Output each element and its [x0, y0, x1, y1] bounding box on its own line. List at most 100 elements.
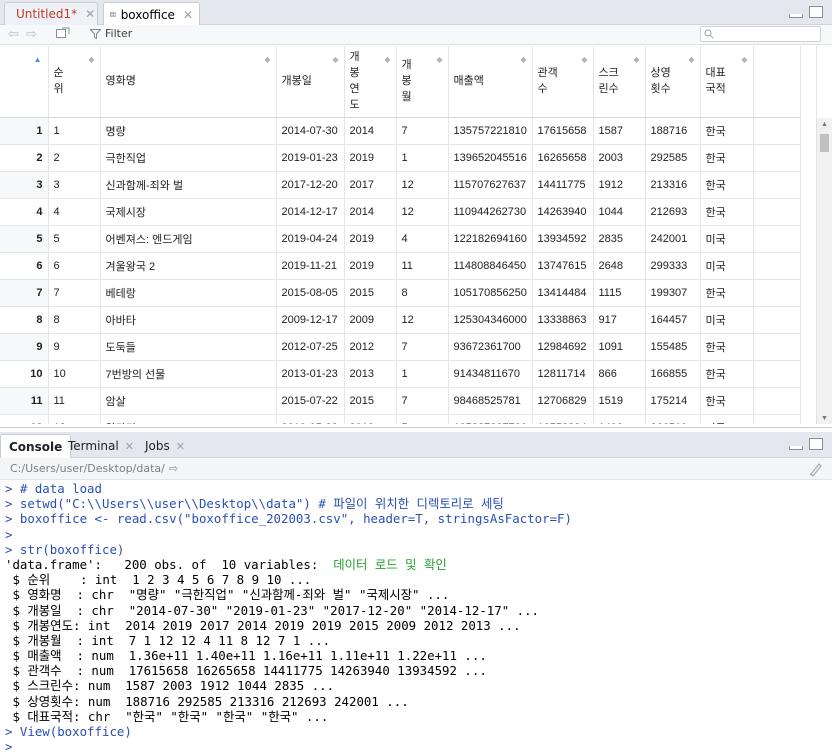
table-cell: 2013 [344, 360, 397, 388]
maximize-pane-icon[interactable] [809, 438, 823, 450]
table-cell: 한국 [700, 144, 754, 172]
console-output-text: $ 스크린수: num 1587 2003 1912 1044 2835 ... [5, 678, 335, 694]
column-header[interactable]: 순 위 ◆ [48, 46, 101, 118]
pane-controls [789, 438, 823, 450]
maximize-pane-icon[interactable] [809, 6, 823, 18]
column-header[interactable]: 스크 린수 ◆ [593, 46, 646, 118]
table-row[interactable]: 1 1 명량 2014-07-30 2014 7 135757221810 17615658 1… [0, 117, 801, 145]
table-row[interactable]: 1212알라딘2019-05-2320195105887327760125522… [0, 414, 801, 424]
column-header[interactable]: 개봉일 ◆ [276, 46, 345, 118]
console-output-text: 'data.frame': 200 obs. of 10 variables: [5, 556, 319, 572]
column-header[interactable]: 개 봉 월 ◆ [396, 46, 449, 118]
sort-icon[interactable]: ◆ [688, 52, 694, 68]
table-cell: 한국 [700, 198, 754, 226]
console-output-text: $ 순위 : int 1 2 3 4 5 6 7 8 9 10 ... [5, 572, 312, 588]
console-output[interactable]: > # data load > setwd("C:\\Users\\user\\D… [0, 481, 832, 753]
search-icon [704, 29, 714, 39]
console-output-text: $ 개봉일 : chr "2014-07-30" "2019-01-23" "2… [5, 602, 540, 618]
table-icon [110, 12, 116, 17]
scroll-up-icon[interactable]: ▲ [821, 121, 828, 128]
sort-icon[interactable]: ◆ [633, 52, 639, 68]
table-cell: 국제시장 [100, 198, 277, 226]
header-row: ▲ 순 위 ◆ 영화명 ◆ 개봉일 ◆ 개 봉 연 도 ◆ 개 봉 월 ◆ 매출액 ◆ 관객 수 ◆ 스크 린… [0, 46, 801, 118]
table-row[interactable]: 10 10 7번방의 선물 2013-01-23 2013 1 91434811670 128… [0, 360, 801, 388]
table-cell: 한국 [700, 387, 754, 415]
table-cell: 2019-04-24 [276, 225, 345, 253]
vertical-scrollbar[interactable]: ▲ ▼ [816, 118, 832, 424]
sort-icon[interactable]: ◆ [741, 52, 747, 68]
table-row[interactable]: 11 11 암살 2015-07-22 2015 7 98468525781 12706829… [0, 387, 801, 415]
tab-untitled1[interactable]: R Untitled1* ✕ [4, 2, 98, 25]
table-cell: 베테랑 [100, 279, 277, 307]
filter-button[interactable]: Filter [90, 27, 132, 40]
console-prompt: > [5, 481, 20, 496]
row-spacer [753, 306, 801, 334]
column-header[interactable]: 영화명 ◆ [100, 46, 277, 118]
column-header[interactable]: 관객 수 ◆ [532, 46, 594, 118]
clear-console-icon[interactable] [808, 461, 824, 477]
table-row[interactable]: 9 9 도둑들 2012-07-25 2012 7 93672361700 12984692 1… [0, 333, 801, 361]
sort-icon[interactable]: ◆ [332, 52, 338, 68]
table-cell: 7 [396, 117, 449, 145]
table-row[interactable]: 5 5 어벤져스: 엔드게임 2019-04-24 2019 4 122182694160 1… [0, 225, 801, 253]
minimize-pane-icon[interactable] [789, 14, 803, 18]
table-cell: 266510 [645, 414, 701, 424]
table-cell: 2019 [344, 225, 397, 253]
console-output-line: $ 개봉일 : chr "2014-07-30" "2019-01-23" "2… [5, 603, 832, 618]
tab-terminal[interactable]: Terminal ✕ [60, 434, 142, 458]
close-icon[interactable]: ✕ [176, 440, 185, 453]
table-cell: 2014-12-17 [276, 198, 345, 226]
sort-icon[interactable]: ◆ [384, 52, 390, 68]
close-icon[interactable]: ✕ [183, 8, 193, 22]
close-icon[interactable]: ✕ [125, 440, 134, 453]
table-cell: 5 [48, 225, 101, 253]
table-cell: 155485 [645, 333, 701, 361]
table-cell: 12811714 [532, 360, 594, 388]
console-output-text: $ 대표국적: chr "한국" "한국" "한국" "한국" ... [5, 708, 329, 724]
table-row[interactable]: 4 4 국제시장 2014-12-17 2014 12 110944262730 142639… [0, 198, 801, 226]
column-header[interactable]: 상영 횟수 ◆ [645, 46, 701, 118]
tab-jobs[interactable]: Jobs ✕ [137, 434, 193, 458]
table-row[interactable]: 6 6 겨울왕국 2 2019-11-21 2019 11 114808846450 1374… [0, 252, 801, 280]
table-row[interactable]: 7 7 베테랑 2015-08-05 2015 8 105170856250 13414484… [0, 279, 801, 307]
console-output-line: $ 스크린수: num 1587 2003 1912 1044 2835 ... [5, 678, 832, 693]
sort-icon[interactable]: ◆ [581, 52, 587, 68]
goto-directory-icon[interactable]: ⇨ [169, 462, 178, 475]
row-number: 12 [0, 414, 49, 424]
table-cell: 한국 [700, 171, 754, 199]
table-row[interactable]: 3 3 신과함께-죄와 벌 2017-12-20 2017 12 115707627637 1… [0, 171, 801, 199]
tab-boxoffice[interactable]: boxoffice ✕ [103, 2, 200, 26]
scroll-thumb[interactable] [820, 134, 829, 152]
forward-icon[interactable]: ⇨ [26, 27, 37, 42]
row-number-header[interactable]: ▲ [0, 46, 49, 118]
column-header[interactable]: 대표 국적 ◆ [700, 46, 754, 118]
scroll-down-icon[interactable]: ▼ [821, 415, 828, 422]
column-header[interactable]: 개 봉 연 도 ◆ [344, 46, 397, 118]
table-row[interactable]: 2 2 극한직업 2019-01-23 2019 1 139652045516 1626565… [0, 144, 801, 172]
console-output-line: 'data.frame': 200 obs. of 10 variables: … [5, 557, 832, 572]
sort-icon[interactable]: ▲ [34, 52, 42, 68]
table-cell: 110944262730 [448, 198, 533, 226]
back-icon[interactable]: ⇦ [8, 27, 19, 42]
table-cell: 2013-01-23 [276, 360, 345, 388]
table-cell: 2017 [344, 171, 397, 199]
table-cell: 5 [396, 414, 449, 424]
column-header-label: 개 봉 월 [401, 59, 412, 104]
sort-icon[interactable]: ◆ [436, 52, 442, 68]
close-icon[interactable]: ✕ [85, 7, 95, 21]
table-cell: 13414484 [532, 279, 594, 307]
sort-icon[interactable]: ◆ [520, 52, 526, 68]
table-cell: 105170856250 [448, 279, 533, 307]
console-command-line: > str(boxoffice) [5, 542, 832, 557]
table-row[interactable]: 8 8 아바타 2009-12-17 2009 12 125304346000 1333886… [0, 306, 801, 334]
popout-icon[interactable] [56, 27, 70, 39]
table-cell: 7 [396, 387, 449, 415]
row-spacer [753, 225, 801, 253]
column-header-label: 대표 국적 [705, 67, 726, 96]
minimize-pane-icon[interactable] [789, 446, 803, 450]
sort-icon[interactable]: ◆ [88, 52, 94, 68]
sort-icon[interactable]: ◆ [264, 52, 270, 68]
table-cell: 2015 [344, 279, 397, 307]
search-input[interactable] [700, 26, 821, 42]
column-header[interactable]: 매출액 ◆ [448, 46, 533, 118]
